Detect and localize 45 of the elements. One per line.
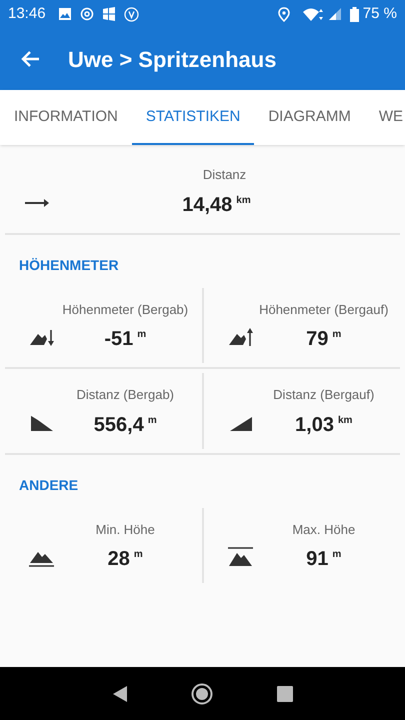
location-pin-icon xyxy=(278,6,290,22)
stat-unit: m xyxy=(332,328,342,342)
windows-logo-icon xyxy=(102,7,116,21)
status-time: 13:46 xyxy=(8,4,46,24)
stat-value: 91 xyxy=(306,547,328,571)
mountain-down-arrow-icon xyxy=(29,327,55,348)
tab[interactable]: INFORMATION xyxy=(0,90,132,145)
back-arrow-icon[interactable] xyxy=(20,50,40,68)
home-nav-icon[interactable] xyxy=(191,682,214,704)
stat-unit: km xyxy=(236,194,251,208)
stat-label: Distanz (Bergab) xyxy=(76,386,174,404)
wifi-icon xyxy=(302,6,324,22)
stat-unit: m xyxy=(137,328,146,342)
recents-nav-icon[interactable] xyxy=(277,686,294,702)
stat-label: Höhenmeter (Bergauf) xyxy=(259,300,388,319)
stat-value: 14,48 xyxy=(182,192,232,216)
stat-unit: m xyxy=(332,548,342,562)
section-heading: ANDERE xyxy=(18,476,80,494)
stat-value: 1,03 xyxy=(295,412,334,436)
stat-value: 79 xyxy=(306,327,328,351)
stat-value: 28 xyxy=(108,547,130,571)
stat-label: Distanz xyxy=(202,166,246,184)
stat-label: Höhenmeter (Bergab) xyxy=(62,300,188,319)
stat-value: 556,4 xyxy=(94,412,144,436)
slope-down-icon xyxy=(29,412,55,433)
tab[interactable]: WE xyxy=(364,90,405,145)
app-bar-title: Uwe > Spritzenhaus xyxy=(68,46,276,74)
tab[interactable]: DIAGRAMM xyxy=(254,90,365,145)
battery-percent: 75 % xyxy=(362,4,397,24)
circled-v-icon xyxy=(124,6,139,22)
mountain-up-arrow-icon xyxy=(228,327,254,348)
back-nav-icon[interactable] xyxy=(112,684,128,702)
mountain-top-line-icon xyxy=(228,547,254,568)
stat-label: Min. Höhe xyxy=(96,520,155,538)
signal-icon xyxy=(328,7,342,21)
battery-icon xyxy=(350,6,359,22)
stat-unit: km xyxy=(338,414,352,428)
tab[interactable]: STATISTIKEN xyxy=(132,90,254,145)
stat-unit: m xyxy=(134,548,143,562)
stat-value: -51 xyxy=(104,327,134,351)
section-heading: HÖHENMETER xyxy=(18,256,120,274)
stat-unit: m xyxy=(148,414,157,428)
image-icon xyxy=(58,7,72,21)
stat-label: Max. Höhe xyxy=(292,520,356,538)
stat-label: Distanz (Bergauf) xyxy=(273,386,374,404)
